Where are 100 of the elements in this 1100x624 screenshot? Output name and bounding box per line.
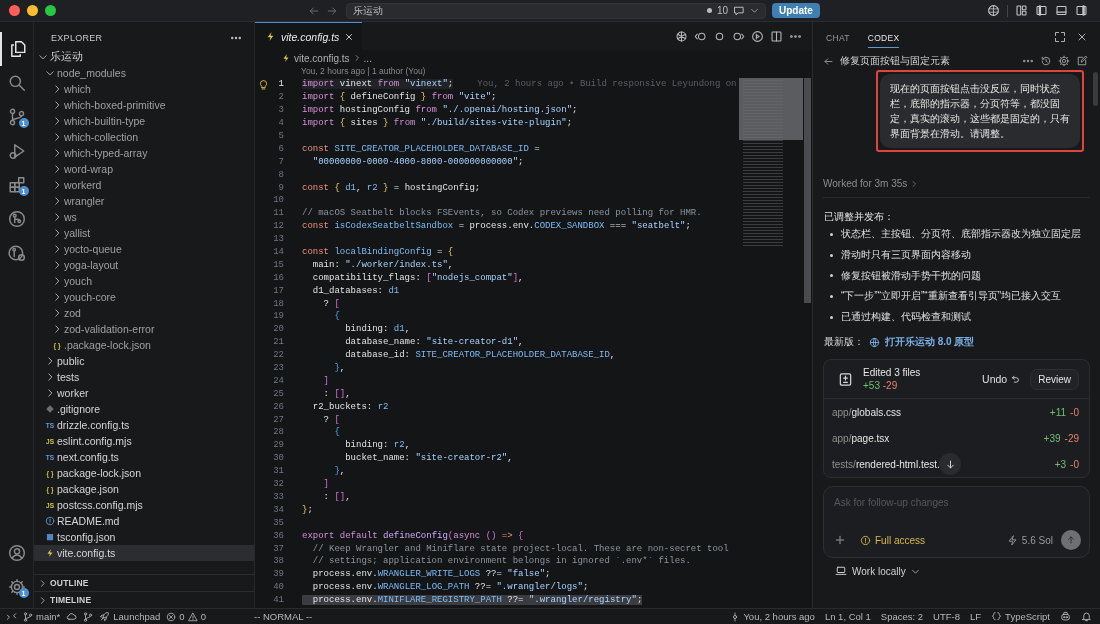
folder-row[interactable]: zod [34,305,254,321]
folder-row[interactable]: yallist [34,225,254,241]
folder-row[interactable]: tests [34,369,254,385]
plus-icon[interactable] [834,534,846,547]
code-line: bucket_name: "site-creator-r2", [344,453,513,464]
code-line: import hostingConfig from "./.openai/hosting.json"; [302,105,578,116]
access-level[interactable]: Full access [875,534,925,546]
history-icon[interactable] [1040,55,1052,67]
folder-row[interactable]: which-boxed-primitive [34,97,254,113]
close-icon[interactable] [344,31,355,42]
account-icon[interactable] [7,544,26,562]
scroll-down-button[interactable] [939,453,961,476]
file-row[interactable]: tsconfig.json [34,529,254,545]
file-path[interactable]: app/page.tsx [832,432,1040,444]
branch-circle-icon[interactable] [7,210,26,228]
sidebar-left-icon[interactable] [1035,4,1048,17]
folder-row[interactable]: 乐运动 [34,49,254,65]
bell-icon[interactable] [1081,611,1092,622]
close-window-button[interactable] [9,5,20,16]
branch-name[interactable]: main* [36,611,61,622]
split-editor-icon[interactable] [770,29,783,43]
file-path[interactable]: tests/rendered-html.test. [832,458,1051,470]
folder-row[interactable]: wrangler [34,193,254,209]
close-icon[interactable] [1076,31,1088,43]
files-icon[interactable] [8,40,27,58]
warning-count[interactable]: 0 [200,611,206,622]
work-mode-button[interactable]: Work locally [835,565,920,578]
panel-bottom-icon[interactable] [1055,4,1068,17]
folder-row[interactable]: youch [34,273,254,289]
error-count[interactable]: 0 [179,611,185,622]
minimize-window-button[interactable] [27,5,38,16]
zoom-window-button[interactable] [45,5,56,16]
cursor-position[interactable]: Ln 1, Col 1 [824,611,871,622]
panel-tab[interactable]: CHAT [826,26,850,48]
folder-row[interactable]: youch-core [34,289,254,305]
file-row[interactable]: .gitignore [34,401,254,417]
lightbulb-icon[interactable] [257,78,269,90]
folder-row[interactable]: which-collection [34,129,254,145]
sidebar-right-icon[interactable] [1075,4,1088,17]
panel-tab[interactable]: CODEX [867,26,900,48]
layout-icon[interactable] [1015,4,1028,17]
folder-row[interactable]: which-builtin-type [34,113,254,129]
editor-tab[interactable]: vite.config.ts [255,22,363,51]
search-icon[interactable] [7,74,26,92]
expand-icon[interactable] [1054,31,1066,43]
bot-icon[interactable] [1060,611,1071,622]
line-ending[interactable]: LF [970,611,982,622]
chevron-icon[interactable] [750,6,759,15]
globe-icon[interactable] [987,4,1000,17]
folder-row[interactable]: which [34,81,254,97]
info-icon [860,534,871,546]
scrollbar-thumb[interactable] [804,78,811,303]
breadcrumb-item[interactable]: ... [363,52,372,64]
language-mode[interactable]: TypeScript [1005,611,1050,622]
folder-row[interactable]: workerd [34,177,254,193]
folder-row[interactable]: ws [34,209,254,225]
indentation[interactable]: Spaces: 2 [880,611,924,622]
encoding[interactable]: UTF-8 [933,611,960,622]
breadcrumb-item[interactable]: vite.config.ts [294,52,350,64]
model-name[interactable]: 5.6 Sol [1021,534,1053,546]
prototype-link[interactable]: 打开乐运动 8.0 原型 [885,335,975,350]
worked-duration[interactable]: Worked for 3m 35s [823,178,908,189]
bullet-dot [830,232,833,236]
section-header[interactable]: OUTLINE [34,574,254,591]
settings-icon[interactable] [7,578,26,596]
cloud-icon[interactable] [66,611,78,622]
file-row[interactable]: README.md [34,513,254,529]
update-button[interactable]: Update [772,3,820,18]
settings-icon[interactable] [1058,55,1070,67]
folder-row[interactable]: public [34,353,254,369]
folder-row[interactable]: zod-validation-error [34,321,254,337]
folder-row[interactable]: node_modules [34,65,254,81]
play-bug-icon[interactable] [7,142,26,160]
branch-search-icon[interactable] [7,244,26,262]
send-button[interactable] [1061,530,1081,551]
folder-name: which-boxed-primitive [64,99,166,111]
undo-button[interactable]: Undo [982,373,1021,386]
folder-row[interactable]: worker [34,385,254,401]
code-lens[interactable]: You, 2 hours ago | 1 author (You) [255,66,812,78]
folder-row[interactable]: yocto-queue [34,241,254,257]
compose-icon[interactable] [1076,55,1088,67]
remote-icon[interactable] [6,611,17,622]
scrollbar-thumb[interactable] [1093,72,1098,106]
blame-status[interactable]: You, 2 hours ago [743,611,815,622]
folder-row[interactable]: yoga-layout [34,257,254,273]
bullet-text: 已通过构建、代码检查和测试 [841,310,971,325]
bullet-text: 修复按钮被滑动手势干扰的问题 [841,268,981,283]
flower-logo-icon[interactable] [675,29,688,43]
play-circle-icon[interactable] [751,29,764,43]
review-button[interactable]: Review [1030,368,1079,390]
branch-icon[interactable] [83,611,94,622]
file-path[interactable]: app/globals.css [832,406,1046,418]
folder-row[interactable]: which-typed-array [34,145,254,161]
file-row[interactable]: vite.config.ts [34,545,254,561]
command-center[interactable]: 乐运动 10 [346,2,766,19]
line-number: 16 [272,272,284,283]
chat-icon[interactable] [733,4,745,17]
back-arrow-icon[interactable] [823,55,834,67]
launchpad-item[interactable]: Launchpad [113,611,161,622]
folder-row[interactable]: word-wrap [34,161,254,177]
